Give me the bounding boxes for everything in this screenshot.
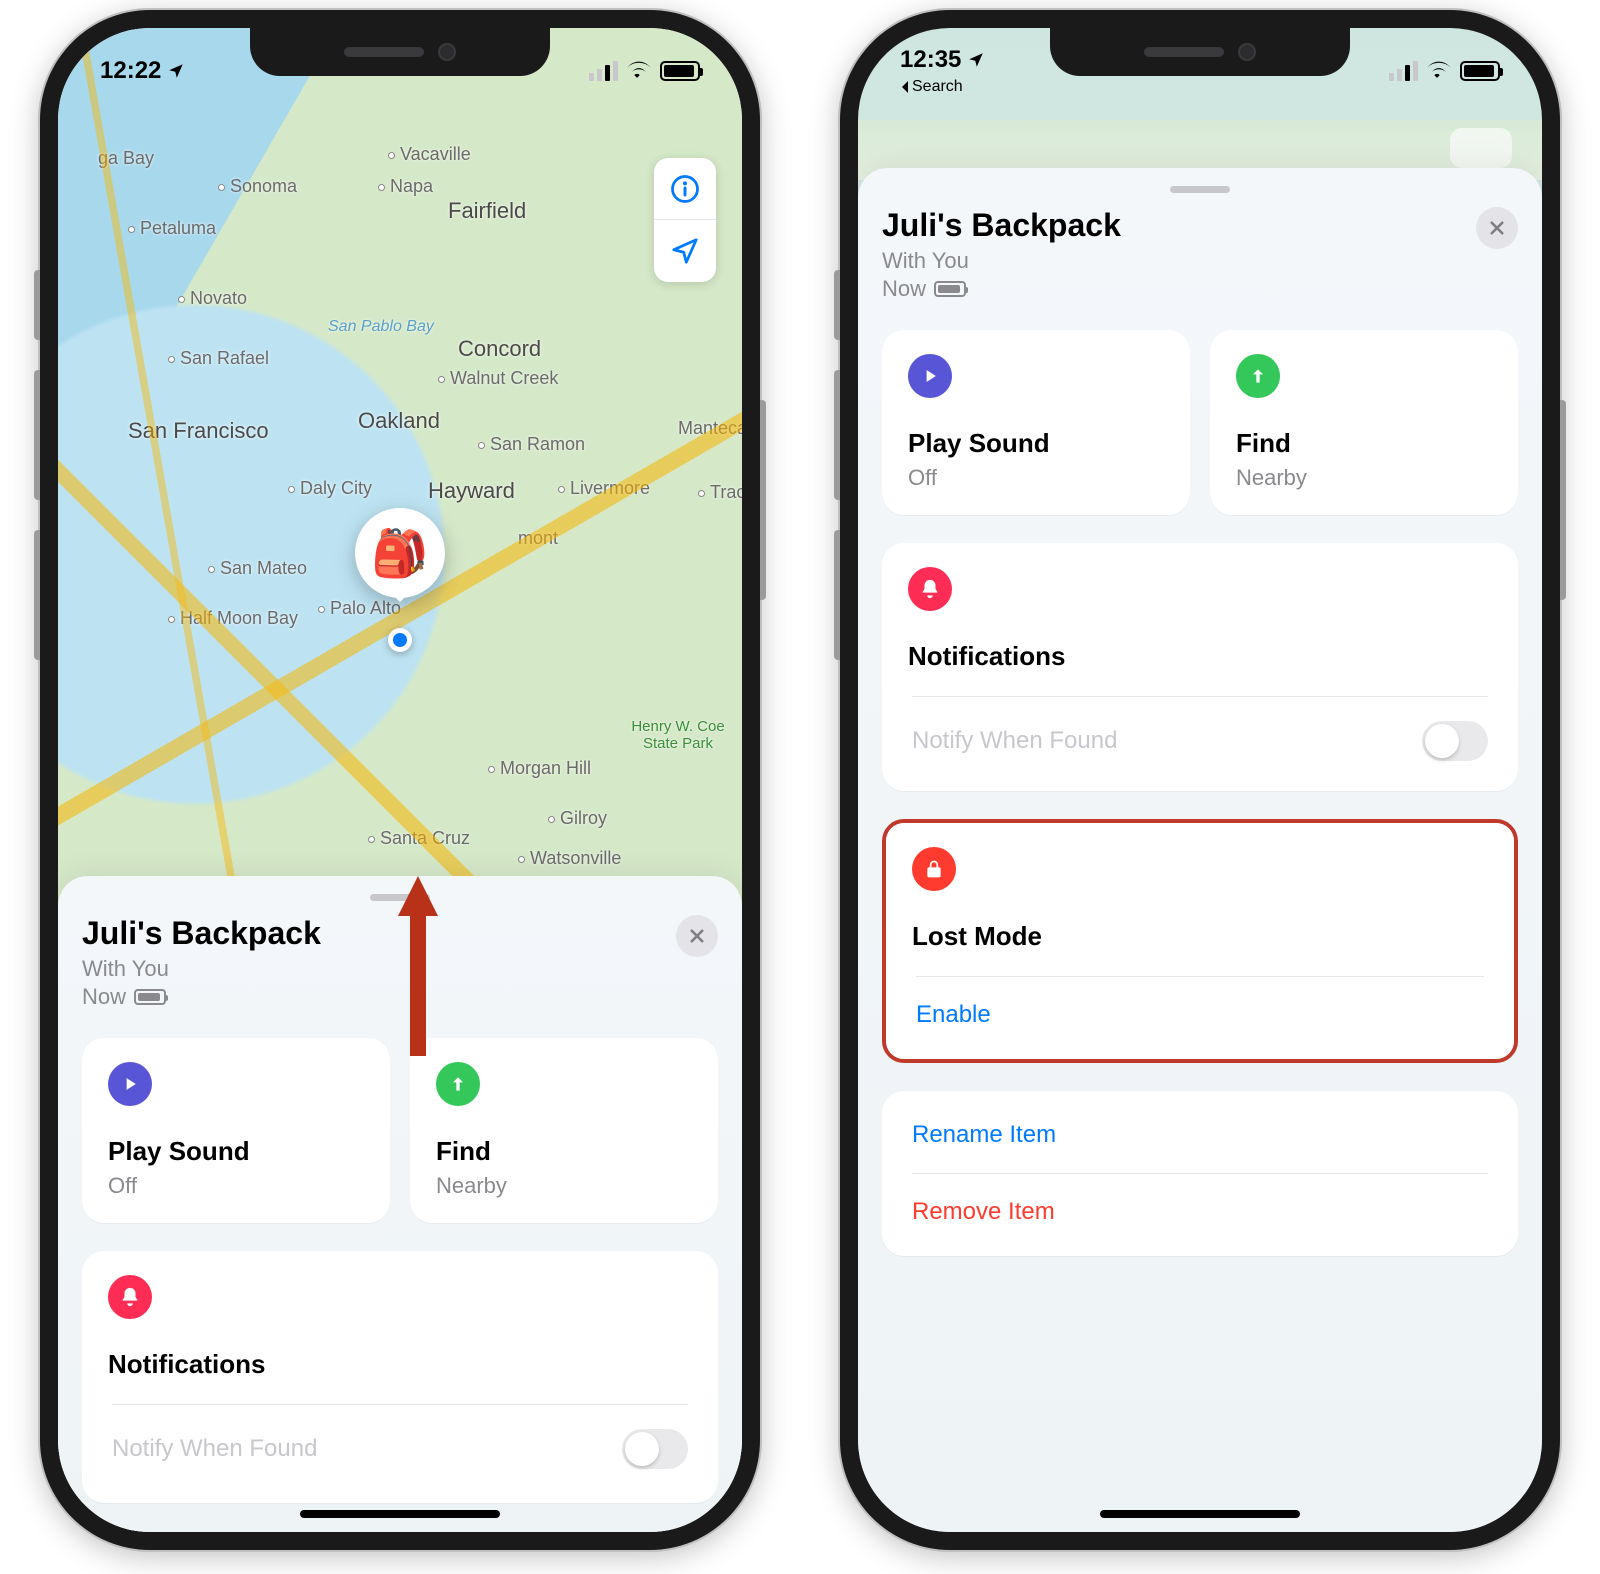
map-label: Gilroy <box>548 808 607 829</box>
status-time: 12:35 <box>900 46 961 74</box>
map-label: Walnut Creek <box>438 368 558 389</box>
user-location-dot <box>388 628 412 652</box>
map-label: Henry W. Coe State Park <box>618 718 738 752</box>
map-label: Vacaville <box>388 144 471 165</box>
lost-mode-highlight: Lost Mode Enable <box>882 819 1518 1063</box>
play-sound-card[interactable]: Play Sound Off <box>882 330 1190 515</box>
battery-icon <box>1460 61 1500 81</box>
map-label: Watsonville <box>518 848 621 869</box>
map-locate-button[interactable] <box>654 220 716 282</box>
notify-toggle <box>622 1429 688 1469</box>
item-location-pin[interactable]: 🎒 <box>355 508 445 598</box>
status-time: 12:22 <box>100 57 161 85</box>
map-label: San Ramon <box>478 434 585 455</box>
notch <box>1050 28 1350 76</box>
lost-mode-card: Lost Mode Enable <box>886 823 1514 1059</box>
wifi-icon <box>626 61 652 81</box>
home-indicator[interactable] <box>300 1510 500 1518</box>
map-label: Oakland <box>358 408 440 434</box>
map-label: Sonoma <box>218 176 297 197</box>
map-label: mont <box>518 528 558 549</box>
wifi-icon <box>1426 61 1452 81</box>
close-button[interactable] <box>1476 207 1518 249</box>
map-label: Tracy <box>698 482 742 503</box>
map-label: Morgan Hill <box>488 758 591 779</box>
notify-when-found-row: Notify When Found <box>108 1405 692 1493</box>
map-label: Half Moon Bay <box>168 608 298 629</box>
lock-icon <box>912 847 956 891</box>
find-card[interactable]: Find Nearby <box>410 1038 718 1223</box>
item-status: With You <box>82 956 321 982</box>
notify-toggle <box>1422 721 1488 761</box>
battery-icon <box>660 61 700 81</box>
home-indicator[interactable] <box>1100 1510 1300 1518</box>
item-title: Juli's Backpack <box>82 915 321 952</box>
find-arrow-icon <box>1236 354 1280 398</box>
phone-right: 12:35 Search <box>840 10 1560 1550</box>
bell-icon <box>908 567 952 611</box>
remove-item[interactable]: Remove Item <box>908 1174 1492 1250</box>
play-icon <box>108 1062 152 1106</box>
backpack-icon: 🎒 <box>371 526 428 581</box>
map-label: San Francisco <box>128 418 269 444</box>
map-label: ga Bay <box>98 148 154 169</box>
map-label: Manteca <box>678 418 742 439</box>
map-label: San Mateo <box>208 558 307 579</box>
map-label: San Pablo Bay <box>328 318 434 336</box>
map-label: Novato <box>178 288 247 309</box>
item-battery-icon <box>134 989 166 1005</box>
cellular-icon <box>589 61 618 81</box>
map-label: Petaluma <box>128 218 216 239</box>
tutorial-swipe-up-arrow <box>398 876 438 1056</box>
back-to-search[interactable]: Search <box>900 78 963 96</box>
cellular-icon <box>1389 61 1418 81</box>
map-label: Santa Cruz <box>368 828 470 849</box>
item-title: Juli's Backpack <box>882 207 1121 244</box>
map-label: Daly City <box>288 478 372 499</box>
notify-when-found-row: Notify When Found <box>908 697 1492 785</box>
map-label: Napa <box>378 176 433 197</box>
item-sheet-expanded[interactable]: Juli's Backpack With You Now <box>858 168 1542 1532</box>
map-control-peek <box>1450 128 1512 168</box>
notifications-card: Notifications Notify When Found <box>882 543 1518 791</box>
bell-icon <box>108 1275 152 1319</box>
notifications-card: Notifications Notify When Found <box>82 1251 718 1503</box>
item-battery-icon <box>934 281 966 297</box>
item-status: With You <box>882 248 1121 274</box>
notch <box>250 28 550 76</box>
play-icon <box>908 354 952 398</box>
map-label: Fairfield <box>448 198 526 224</box>
map-label: Concord <box>458 336 541 362</box>
map-info-button[interactable] <box>654 158 716 220</box>
close-button[interactable] <box>676 915 718 957</box>
play-sound-card[interactable]: Play Sound Off <box>82 1038 390 1223</box>
location-services-icon <box>167 62 185 80</box>
map-label: Hayward <box>428 478 515 504</box>
find-card[interactable]: Find Nearby <box>1210 330 1518 515</box>
lost-mode-enable[interactable]: Enable <box>912 977 1488 1053</box>
item-actions-card: Rename Item Remove Item <box>882 1091 1518 1256</box>
item-updated: Now <box>882 276 1121 302</box>
rename-item[interactable]: Rename Item <box>908 1097 1492 1173</box>
item-updated: Now <box>82 984 321 1010</box>
phone-left: 12:22 ga Bay Vacaville Sonoma Napa Fairfield… <box>40 10 760 1550</box>
location-services-icon <box>967 51 985 69</box>
map-label: San Rafael <box>168 348 269 369</box>
map-controls <box>654 158 716 282</box>
find-arrow-icon <box>436 1062 480 1106</box>
sheet-grabber[interactable] <box>1170 186 1230 193</box>
map-label: Livermore <box>558 478 650 499</box>
